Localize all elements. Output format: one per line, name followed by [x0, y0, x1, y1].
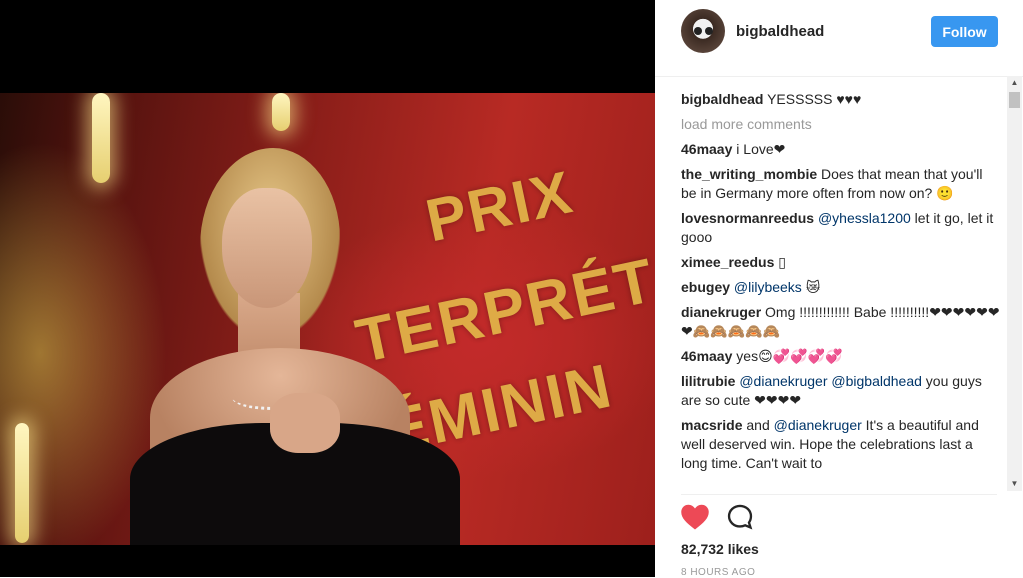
heart-icon: [681, 504, 709, 530]
avatar-eye-right: [705, 27, 713, 35]
comment-item: macsride and @dianekruger It's a beautif…: [681, 416, 1001, 473]
post-media[interactable]: PRIX TERPRÉT ÉMININ: [0, 0, 655, 577]
comment-text: yes😊💞💞💞💞: [736, 348, 843, 364]
comment-item: lovesnormanreedus @yhessla1200 let it go…: [681, 209, 1001, 247]
comment-mention[interactable]: @dianekruger: [739, 373, 827, 389]
likes-count[interactable]: 82,732 likes: [681, 541, 759, 557]
avatar-eye-left: [694, 27, 702, 35]
banner-text-line2: TERPRÉT: [350, 245, 655, 377]
comment-pre-text: and: [746, 417, 770, 433]
post-photo[interactable]: PRIX TERPRÉT ÉMININ: [0, 93, 655, 545]
post-sidebar: bigbaldhead Follow bigbaldhead YESSSSS ♥…: [655, 0, 1023, 578]
scroll-down-arrow-icon[interactable]: ▼: [1007, 477, 1022, 491]
comment-item: lilitrubie @dianekruger @bigbaldhead you…: [681, 372, 1001, 410]
comment-text: i Love❤: [736, 141, 786, 157]
stage-light-right: [272, 93, 290, 131]
comment-username[interactable]: lilitrubie: [681, 373, 735, 389]
comment-item: dianekruger Omg !!!!!!!!!!!!! Babe !!!!!…: [681, 303, 1001, 341]
comment-mention[interactable]: @dianekruger: [774, 417, 862, 433]
avatar[interactable]: [681, 9, 725, 53]
scroll-up-arrow-icon[interactable]: ▲: [1007, 76, 1022, 90]
person-face: [222, 188, 312, 308]
comment-mention[interactable]: @lilybeeks: [734, 279, 802, 295]
comment-bubble-icon: [727, 504, 753, 530]
comments-list[interactable]: bigbaldhead YESSSSS ♥♥♥ load more commen…: [681, 90, 1001, 490]
post-header: bigbaldhead Follow: [655, 0, 1023, 77]
comment-item: 46maay yes😊💞💞💞💞: [681, 347, 1001, 366]
post-username[interactable]: bigbaldhead: [736, 23, 824, 40]
comment-item: ebugey @lilybeeks 😿: [681, 278, 1001, 297]
actions-divider: [681, 494, 997, 495]
caption-username[interactable]: bigbaldhead: [681, 91, 763, 107]
comment-item: 46maay i Love❤: [681, 140, 1001, 159]
comment-button[interactable]: [725, 503, 755, 531]
comment-mention-2[interactable]: @bigbaldhead: [831, 373, 922, 389]
comment-text: 😿: [805, 279, 821, 295]
comment-mention[interactable]: @yhessla1200: [818, 210, 911, 226]
caption-text: YESSSSS ♥♥♥: [767, 91, 862, 107]
load-more-comments-link[interactable]: load more comments: [681, 115, 1001, 134]
stage-light-bottom: [15, 423, 29, 543]
follow-button[interactable]: Follow: [931, 16, 998, 47]
scrollbar-thumb[interactable]: [1009, 92, 1020, 108]
comment-username[interactable]: ximee_reedus: [681, 254, 774, 270]
comment-username[interactable]: the_writing_mombie: [681, 166, 817, 182]
comment-username[interactable]: macsride: [681, 417, 742, 433]
comment-username[interactable]: 46maay: [681, 348, 732, 364]
comment-username[interactable]: 46maay: [681, 141, 732, 157]
banner-text-line1: PRIX: [420, 158, 579, 255]
comment-username[interactable]: lovesnormanreedus: [681, 210, 814, 226]
comment-item: the_writing_mombie Does that mean that y…: [681, 165, 1001, 203]
caption: bigbaldhead YESSSSS ♥♥♥: [681, 90, 1001, 109]
comment-item: ximee_reedus ▯: [681, 253, 1001, 272]
like-button[interactable]: [680, 503, 710, 531]
post-timestamp: 8 HOURS AGO: [681, 567, 756, 578]
comment-username[interactable]: ebugey: [681, 279, 730, 295]
person-hand: [270, 393, 340, 453]
comment-username[interactable]: dianekruger: [681, 304, 761, 320]
comments-scrollbar[interactable]: ▲ ▼: [1007, 76, 1022, 491]
stage-light-left: [92, 93, 110, 183]
comment-text: ▯: [778, 254, 787, 270]
